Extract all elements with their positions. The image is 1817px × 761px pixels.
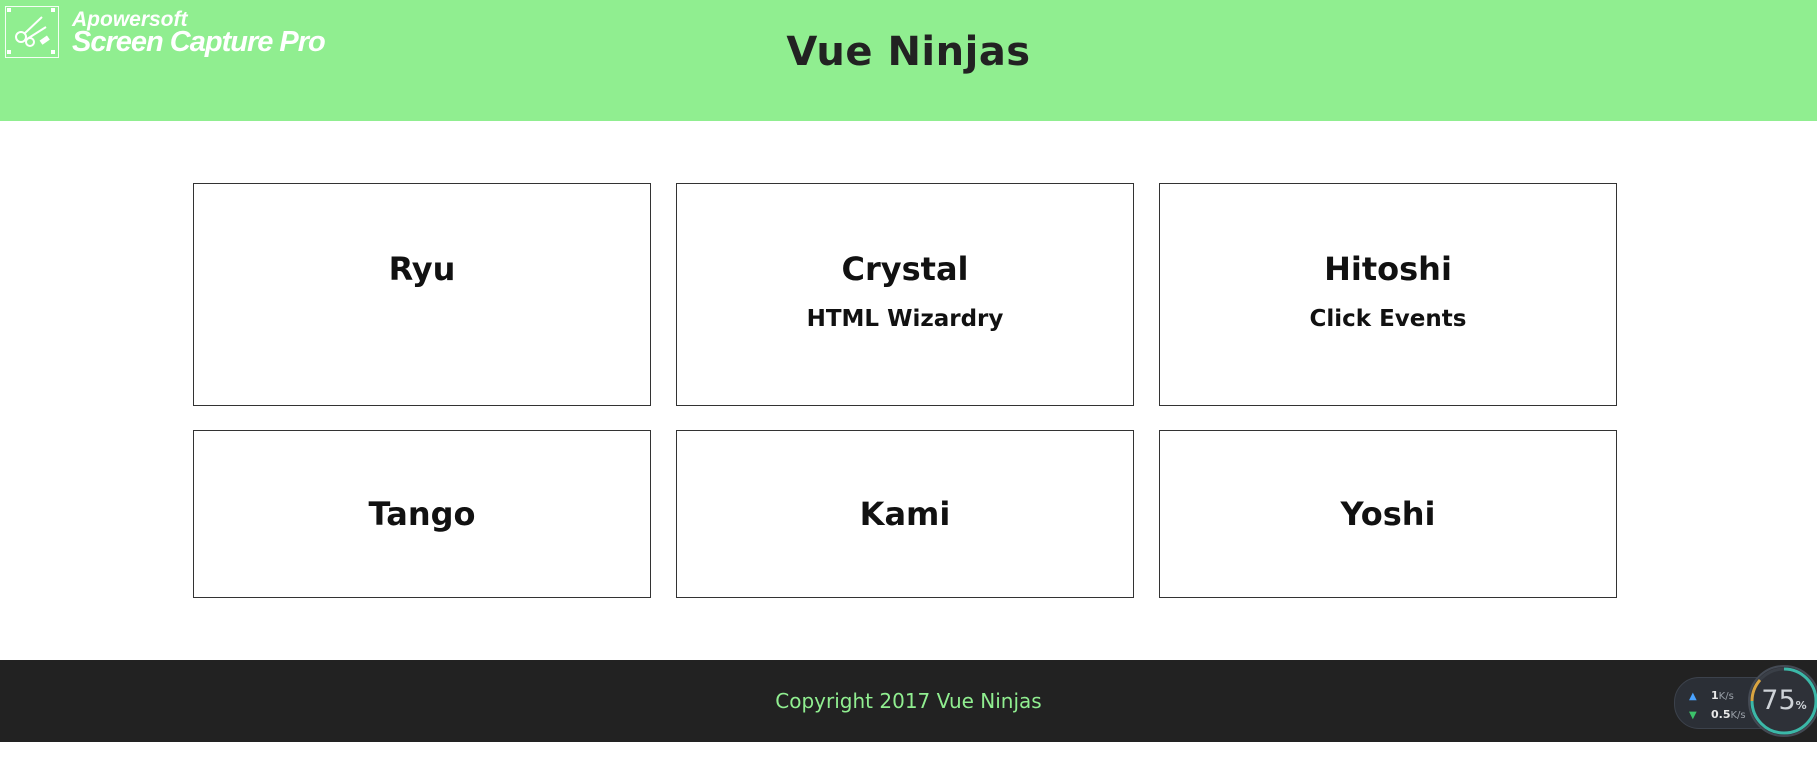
download-speed: ▼ 0.5K/s <box>1689 708 1746 721</box>
download-value: 0.5 <box>1711 708 1731 721</box>
download-unit: K/s <box>1730 710 1746 721</box>
copyright-text: Copyright 2017 Vue Ninjas <box>775 689 1042 713</box>
gauge-readout: 75% <box>1750 685 1817 716</box>
ninja-name: Ryu <box>388 250 456 288</box>
ninja-card[interactable]: Kami <box>676 430 1134 598</box>
ninja-card[interactable]: Ryu <box>193 183 651 406</box>
ninja-name: Hitoshi <box>1324 250 1452 288</box>
ninja-card[interactable]: Tango <box>193 430 651 598</box>
ninja-name: Yoshi <box>1340 495 1436 533</box>
ninja-skill: Click Events <box>1309 306 1467 332</box>
upload-arrow-icon: ▲ <box>1689 691 1697 702</box>
ninja-card[interactable]: Yoshi <box>1159 430 1617 598</box>
upload-value: 1 <box>1711 689 1719 702</box>
ninja-card[interactable]: Crystal HTML Wizardry <box>676 183 1134 406</box>
download-arrow-icon: ▼ <box>1689 710 1697 721</box>
gauge-value: 75 <box>1761 685 1796 716</box>
network-speed-widget[interactable]: ▲ 1K/s ▼ 0.5K/s 75% <box>1674 665 1817 739</box>
ninja-name: Tango <box>368 495 476 533</box>
gauge-unit: % <box>1795 699 1807 712</box>
page-title: Vue Ninjas <box>786 29 1031 75</box>
upload-speed: ▲ 1K/s <box>1689 689 1734 702</box>
ninja-card[interactable]: Hitoshi Click Events <box>1159 183 1617 406</box>
ninja-skill: HTML Wizardry <box>806 306 1004 332</box>
memory-gauge[interactable]: 75% <box>1748 665 1817 737</box>
ninja-grid: Ryu Crystal HTML Wizardry Hitoshi Click … <box>193 183 1617 598</box>
header-bar: Apowersoft Screen Capture Pro Vue Ninjas <box>0 0 1817 121</box>
ninja-name: Kami <box>859 495 951 533</box>
footer-bar: Copyright 2017 Vue Ninjas <box>0 660 1817 742</box>
ninja-name: Crystal <box>841 250 969 288</box>
upload-unit: K/s <box>1718 691 1734 702</box>
